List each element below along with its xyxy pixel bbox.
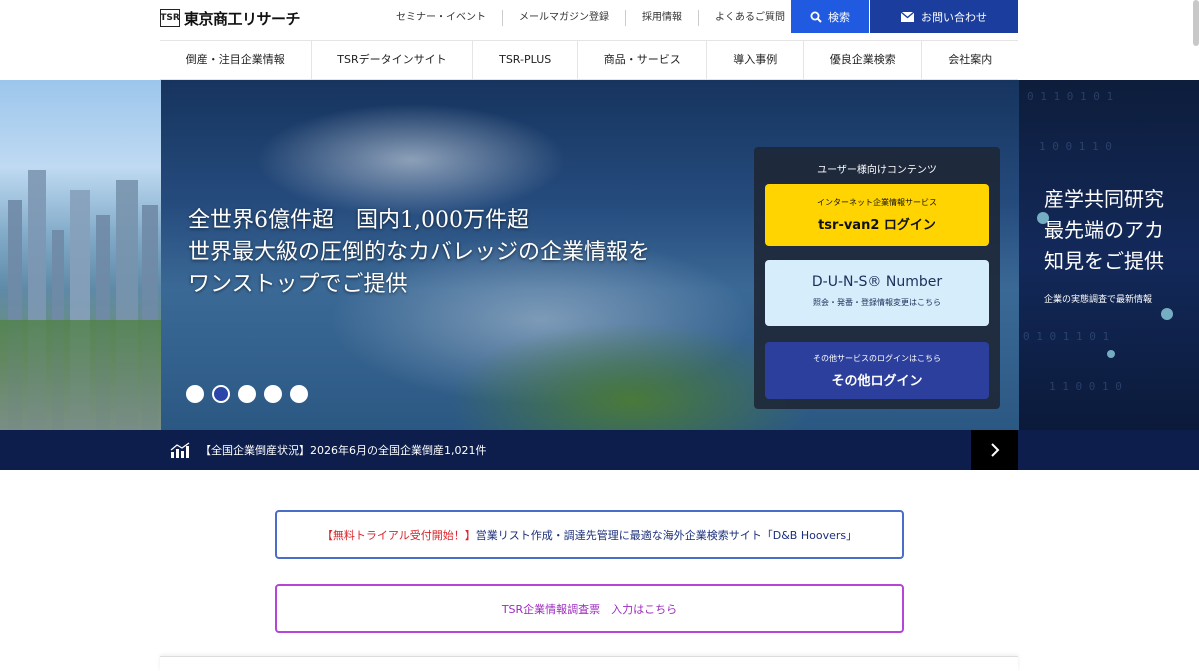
- main-nav: 倒産・注目企業情報 TSRデータインサイト TSR-PLUS 商品・サービス 導…: [160, 40, 1018, 80]
- ticker-text[interactable]: 【全国企業倒産状況】2026年6月の全国企業倒産1,021件: [200, 442, 486, 458]
- duns-number-button[interactable]: D-U-N-S® Number 照会・発番・登録情報変更はこちら: [765, 260, 989, 326]
- search-button[interactable]: 検索: [791, 0, 869, 33]
- other-login-button[interactable]: その他サービスのログインはこちら その他ログイン: [765, 342, 989, 399]
- util-link-newsletter[interactable]: メールマガジン登録: [502, 10, 625, 26]
- util-link-recruit[interactable]: 採用情報: [625, 10, 698, 26]
- contact-button[interactable]: お問い合わせ: [870, 0, 1018, 33]
- carousel-dot-4[interactable]: [264, 385, 282, 403]
- next-slide-line-1: 産学共同研究: [1044, 187, 1164, 211]
- contact-button-label: お問い合わせ: [921, 10, 987, 24]
- next-slide-headline: 産学共同研究 最先端のアカ 知見をご提供: [1044, 184, 1164, 277]
- hoovers-trial-banner[interactable]: 【無料トライアル受付開始！】 営業リスト作成・調達先管理に最適な海外企業検索サイ…: [275, 510, 904, 559]
- carousel-dot-2[interactable]: [212, 385, 230, 403]
- duns-caption: 照会・発番・登録情報変更はこちら: [813, 298, 941, 307]
- nav-data-insight[interactable]: TSRデータインサイト: [310, 41, 473, 79]
- carousel-dot-3[interactable]: [238, 385, 256, 403]
- ticker-content[interactable]: 【全国企業倒産状況】2026年6月の全国企業倒産1,021件: [160, 430, 971, 470]
- nav-case-studies[interactable]: 導入事例: [706, 41, 803, 79]
- nav-company-search[interactable]: 優良企業検索: [802, 41, 922, 79]
- tsr-van2-caption: インターネット企業情報サービス: [817, 198, 937, 207]
- tsr-van2-login-button[interactable]: インターネット企業情報サービス tsr-van2 ログイン: [765, 184, 989, 246]
- trial-badge-text: 【無料トライアル受付開始！】: [321, 528, 476, 542]
- page-scrollbar[interactable]: [1193, 0, 1199, 46]
- mail-icon: [901, 11, 914, 22]
- tsr-van2-label: tsr-van2 ログイン: [818, 218, 936, 233]
- utility-nav: セミナー・イベント メールマガジン登録 採用情報 よくあるご質問: [380, 10, 801, 26]
- logo-mark: TSR: [160, 9, 180, 27]
- search-icon: [810, 11, 822, 23]
- nav-tsr-plus[interactable]: TSR-PLUS: [472, 41, 577, 79]
- next-slide-line-2: 最先端のアカ: [1044, 218, 1164, 242]
- util-link-faq[interactable]: よくあるご質問: [698, 10, 801, 26]
- prev-slide-cityscape[interactable]: [0, 80, 161, 430]
- search-button-label: 検索: [828, 10, 850, 24]
- hero-line-3: ワンストップでご提供: [188, 272, 408, 297]
- other-login-caption: その他サービスのログインはこちら: [813, 354, 941, 363]
- hero-line-2: 世界最大級の圧倒的なカバレッジの企業情報を: [188, 240, 651, 265]
- other-login-label: その他ログイン: [831, 374, 923, 389]
- duns-label: D-U-N-S® Number: [811, 274, 943, 290]
- content-card-top: [160, 656, 1018, 671]
- chart-icon: [170, 442, 190, 458]
- user-login-panel: ユーザー様向けコンテンツ インターネット企業情報サービス tsr-van2 ログ…: [754, 147, 1000, 409]
- hero-line-1: 全世界6億件超 国内1,000万件超: [188, 208, 529, 233]
- logo-text: 東京商工リサーチ: [184, 9, 301, 28]
- util-link-seminar[interactable]: セミナー・イベント: [380, 10, 502, 26]
- news-ticker: 【全国企業倒産状況】2026年6月の全国企業倒産1,021件: [0, 430, 1199, 470]
- hero-headline: 全世界6億件超 国内1,000万件超 世界最大級の圧倒的なカバレッジの企業情報を…: [188, 205, 650, 301]
- carousel-dot-5[interactable]: [290, 385, 308, 403]
- ticker-next-button[interactable]: [971, 430, 1018, 470]
- user-panel-title: ユーザー様向けコンテンツ: [817, 165, 937, 176]
- nav-about[interactable]: 会社案内: [921, 41, 1018, 79]
- nav-products[interactable]: 商品・サービス: [576, 41, 707, 79]
- trial-banner-text: 営業リスト作成・調達先管理に最適な海外企業検索サイト「D&B Hoovers」: [475, 528, 858, 542]
- survey-form-banner[interactable]: TSR企業情報調査票 入力はこちら: [275, 584, 904, 633]
- carousel-dots: [186, 385, 308, 403]
- carousel-dot-1[interactable]: [186, 385, 204, 403]
- chevron-right-icon: [990, 443, 999, 457]
- next-slide-line-3: 知見をご提供: [1044, 249, 1164, 273]
- survey-banner-text: TSR企業情報調査票 入力はこちら: [501, 602, 678, 616]
- nav-bankruptcy[interactable]: 倒産・注目企業情報: [160, 41, 311, 79]
- site-logo[interactable]: TSR 東京商工リサーチ: [160, 6, 301, 30]
- next-slide-caption: 企業の実態調査で最新情報: [1044, 295, 1153, 305]
